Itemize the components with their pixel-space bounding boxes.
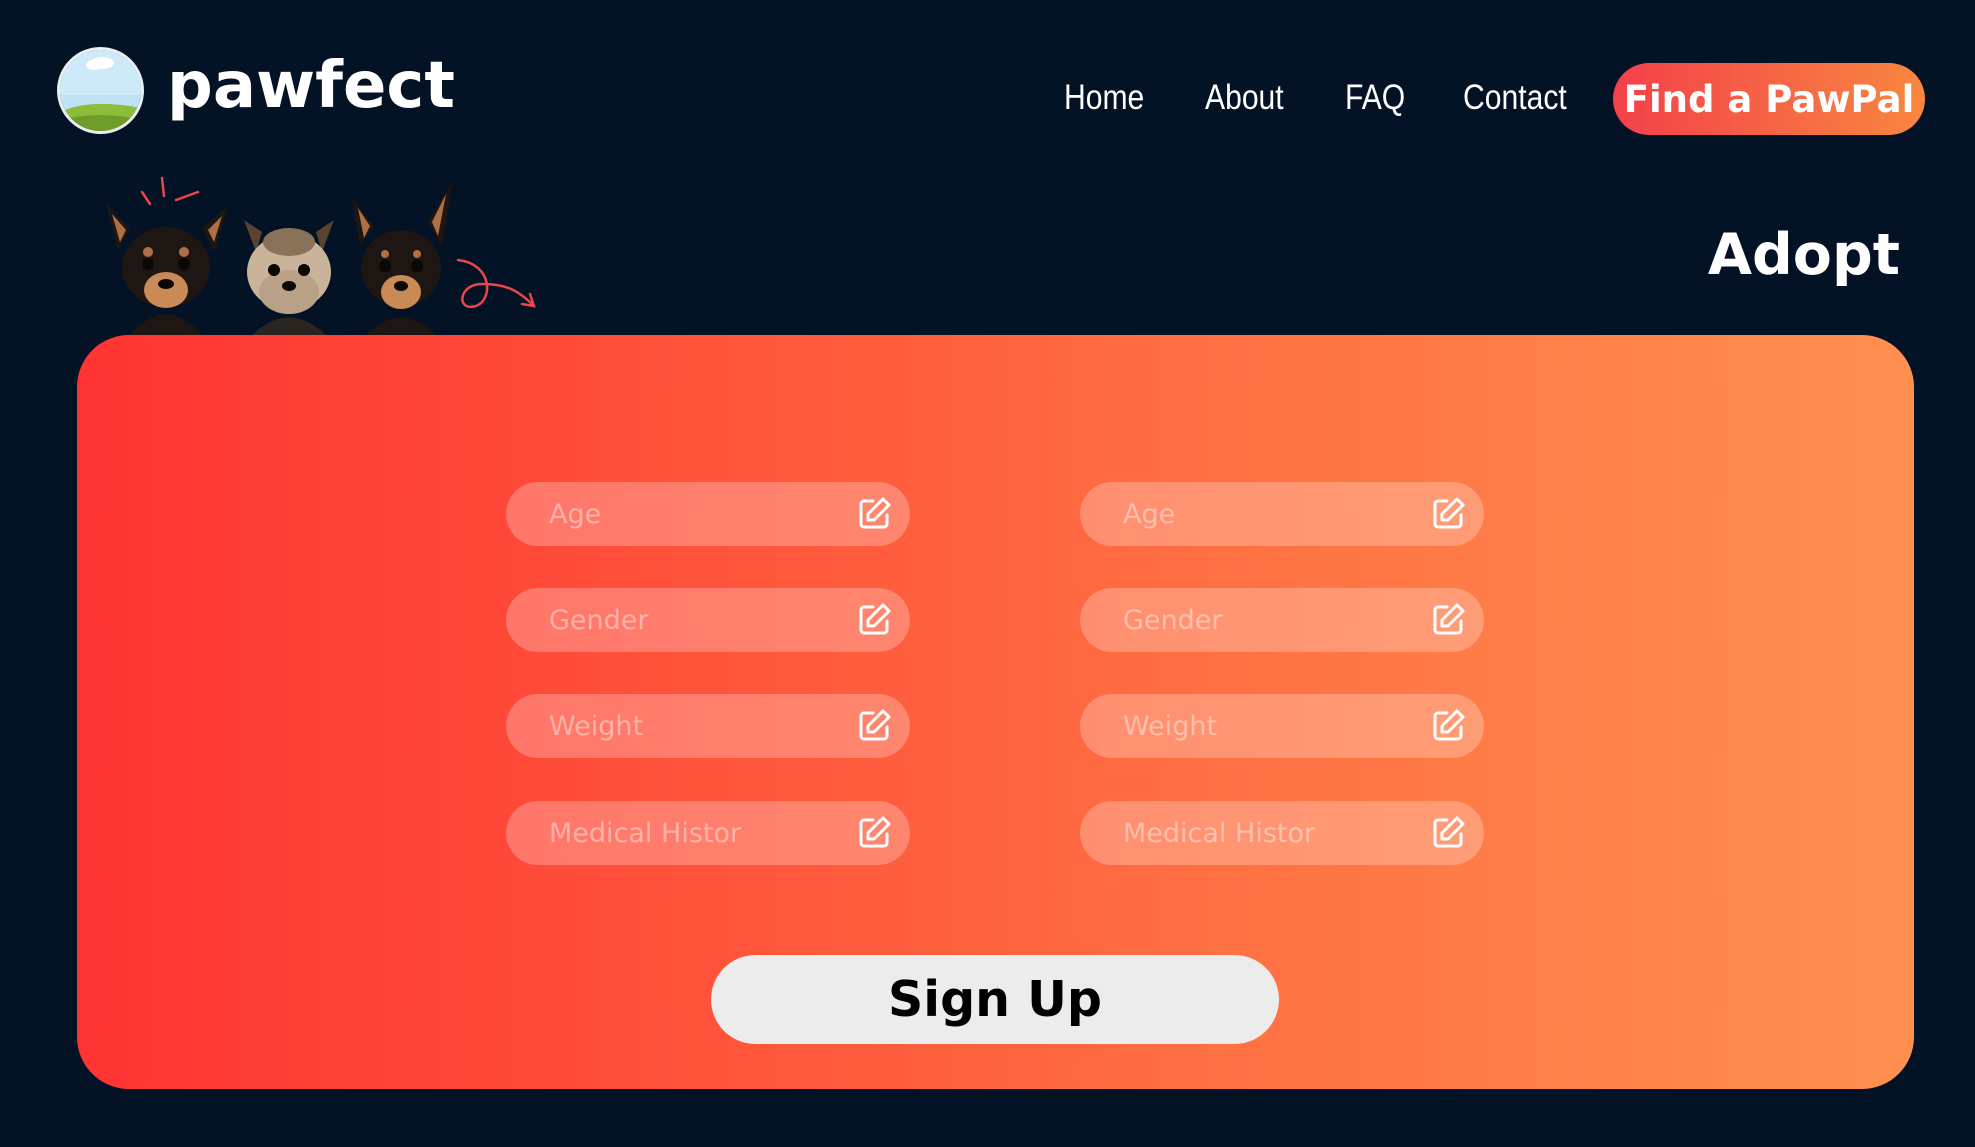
- nav-link-contact[interactable]: Contact: [1463, 74, 1567, 122]
- brand-name: pawfect: [167, 48, 455, 123]
- nav-link-home[interactable]: Home: [1064, 74, 1144, 122]
- sign-up-button[interactable]: Sign Up: [711, 955, 1279, 1044]
- edit-icon[interactable]: [856, 815, 892, 851]
- nav-link-about[interactable]: About: [1205, 74, 1284, 122]
- edit-icon[interactable]: [1430, 496, 1466, 532]
- age-field[interactable]: [1080, 482, 1484, 546]
- age-input[interactable]: [549, 498, 848, 530]
- weight-input[interactable]: [1123, 710, 1422, 742]
- find-pawpal-button[interactable]: Find a PawPal: [1613, 63, 1925, 135]
- gender-field[interactable]: [1080, 588, 1484, 652]
- edit-icon[interactable]: [856, 708, 892, 744]
- medical-history-input[interactable]: [1123, 817, 1422, 849]
- age-field[interactable]: [506, 482, 910, 546]
- nav-link-faq[interactable]: FAQ: [1345, 74, 1405, 122]
- weight-field[interactable]: [506, 694, 910, 758]
- dogs-illustration: [98, 172, 548, 337]
- edit-icon[interactable]: [856, 602, 892, 638]
- main-nav: Home About FAQ Contact: [1064, 74, 1632, 122]
- medical-history-field[interactable]: [506, 801, 910, 865]
- gender-field[interactable]: [506, 588, 910, 652]
- weight-input[interactable]: [549, 710, 848, 742]
- weight-field[interactable]: [1080, 694, 1484, 758]
- brand-logo[interactable]: pawfect: [57, 47, 455, 134]
- edit-icon[interactable]: [1430, 815, 1466, 851]
- gender-input[interactable]: [549, 604, 848, 636]
- edit-icon[interactable]: [1430, 602, 1466, 638]
- medical-history-field[interactable]: [1080, 801, 1484, 865]
- medical-history-input[interactable]: [549, 817, 848, 849]
- age-input[interactable]: [1123, 498, 1422, 530]
- landscape-icon: [57, 47, 144, 134]
- edit-icon[interactable]: [856, 496, 892, 532]
- page-title: Adopt: [1707, 222, 1900, 288]
- gender-input[interactable]: [1123, 604, 1422, 636]
- edit-icon[interactable]: [1430, 708, 1466, 744]
